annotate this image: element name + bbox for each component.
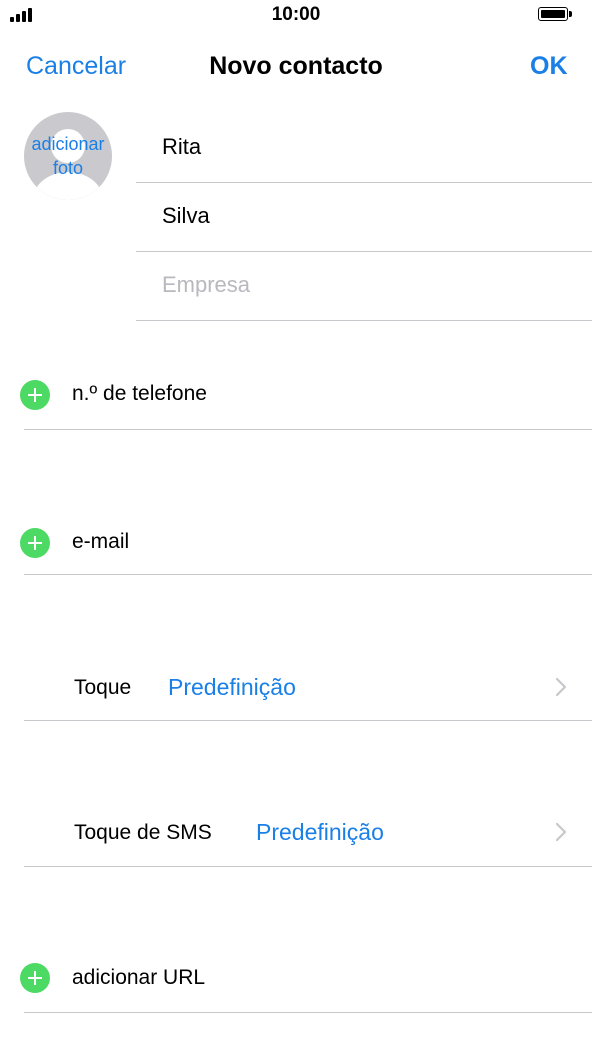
add-phone-row[interactable]: n.º de telefone: [0, 360, 592, 430]
status-time: 10:00: [271, 4, 321, 25]
separator: [136, 320, 592, 321]
separator: [24, 1012, 592, 1013]
chevron-right-icon: [555, 822, 567, 842]
separator: [24, 574, 592, 575]
separator: [24, 429, 592, 430]
separator: [24, 866, 592, 867]
chevron-right-icon: [555, 677, 567, 697]
separator: [24, 720, 592, 721]
separator: [136, 251, 592, 252]
plus-circle-icon[interactable]: [20, 963, 50, 993]
add-photo-label[interactable]: adicionar foto: [0, 132, 136, 180]
last-name-field[interactable]: [162, 203, 562, 229]
battery-icon: [538, 7, 574, 23]
add-phone-label: n.º de telefone: [72, 382, 207, 405]
page-title: Novo contacto: [209, 52, 383, 80]
ok-button[interactable]: OK: [530, 52, 568, 81]
add-email-row[interactable]: e-mail: [0, 508, 592, 574]
ringtone-row[interactable]: Toque Predefinição: [0, 654, 592, 720]
plus-circle-icon[interactable]: [20, 528, 50, 558]
add-email-label: e-mail: [72, 530, 130, 553]
plus-circle-icon[interactable]: [20, 380, 50, 410]
ringtone-value: Predefinição: [168, 674, 296, 700]
text-tone-row[interactable]: Toque de SMS Predefinição: [0, 799, 592, 865]
status-bar: 10:00: [0, 0, 592, 30]
add-url-row[interactable]: adicionar URL: [0, 944, 592, 1012]
ringtone-label: Toque: [74, 676, 132, 699]
text-tone-value: Predefinição: [256, 819, 384, 845]
add-url-label: adicionar URL: [72, 966, 206, 989]
company-field[interactable]: [162, 272, 562, 298]
text-tone-label: Toque de SMS: [74, 821, 212, 844]
separator: [136, 182, 592, 183]
first-name-field[interactable]: [162, 134, 562, 160]
